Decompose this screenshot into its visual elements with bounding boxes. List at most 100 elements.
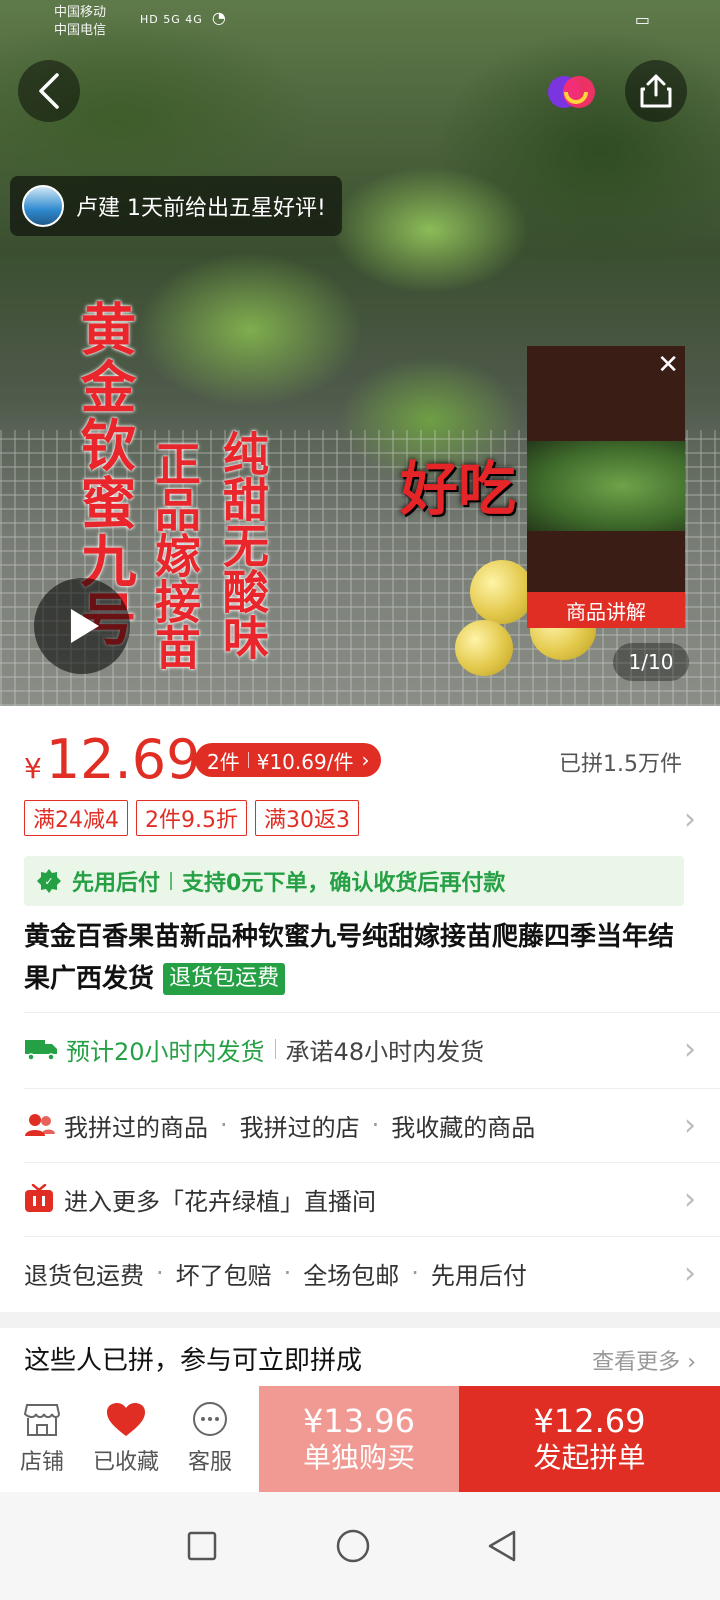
square-icon xyxy=(187,1531,217,1561)
currency-symbol: ¥ xyxy=(24,752,42,785)
overlay-text-sweet: 纯甜无酸味 xyxy=(216,430,270,660)
mini-video-label[interactable]: 商品讲解 xyxy=(527,592,685,628)
history-row[interactable]: 我拼过的商品 · 我拼过的店 · 我收藏的商品 › xyxy=(0,1088,720,1162)
brand-logo-icon[interactable] xyxy=(546,70,598,114)
chevron-right-icon: › xyxy=(684,1108,696,1143)
group-label: 发起拼单 xyxy=(533,1441,646,1474)
review-toast: 卢建 1天前给出五星好评! xyxy=(10,176,342,236)
service-return-shipping: 退货包运费 xyxy=(24,1261,144,1290)
favorite-tab[interactable]: 已收藏 xyxy=(84,1386,168,1492)
product-info-panel: ¥ 12.69 2件 ¥10.69/件 › 已拼1.5万件 满24减4 2件9.… xyxy=(0,706,720,1312)
chevron-right-icon: › xyxy=(687,1350,696,1375)
fruit-decoration xyxy=(470,560,534,624)
back-nav-button[interactable] xyxy=(478,1522,526,1570)
history-purchased-stores[interactable]: 我拼过的店 xyxy=(240,1108,360,1143)
sold-count: 已拼1.5万件 xyxy=(559,752,682,777)
review-toast-text: 卢建 1天前给出五星好评! xyxy=(76,196,326,221)
divider xyxy=(170,872,173,890)
shipping-estimate: 预计20小时内发货 xyxy=(66,1037,265,1066)
svg-text:✓: ✓ xyxy=(44,875,53,888)
chevron-right-icon: › xyxy=(684,1256,696,1291)
shipping-row[interactable]: 预计20小时内发货 承诺48小时内发货 › xyxy=(0,1012,720,1086)
service-label: 客服 xyxy=(187,1450,232,1475)
store-tab[interactable]: 店铺 xyxy=(0,1386,84,1492)
price-value: 12.69 xyxy=(45,728,201,791)
circle-icon xyxy=(336,1529,370,1563)
product-image-carousel[interactable]: 中国移动 中国电信 HD 5G 4G ◔ ▭ 卢建 1天前给出五星好评! 黄金钦… xyxy=(0,0,720,720)
close-icon[interactable]: ✕ xyxy=(657,350,679,380)
favorited-label: 已收藏 xyxy=(92,1450,159,1475)
price-block: ¥ 12.69 xyxy=(24,728,201,791)
history-favorited-items[interactable]: 我收藏的商品 xyxy=(391,1108,535,1143)
group-buy-section: 这些人已拼，参与可立即拼成 查看更多 › xyxy=(0,1328,720,1390)
mini-video-player[interactable]: ✕ 商品讲解 xyxy=(527,346,685,628)
single-label: 单独购买 xyxy=(302,1441,415,1474)
carrier-info: 中国移动 中国电信 xyxy=(54,4,106,40)
multi-buy-tag[interactable]: 2件 ¥10.69/件 › xyxy=(195,743,382,777)
view-more-link[interactable]: 查看更多 › xyxy=(592,1344,696,1376)
view-more-text: 查看更多 xyxy=(592,1350,681,1375)
dot-separator: · xyxy=(156,1259,164,1287)
reviewer-avatar xyxy=(22,185,64,227)
customer-service-tab[interactable]: 客服 xyxy=(168,1386,252,1492)
status-bar: 中国移动 中国电信 HD 5G 4G ◔ ▭ xyxy=(0,0,720,42)
triangle-back-icon xyxy=(488,1530,516,1562)
network-tags: HD 5G 4G xyxy=(140,13,203,26)
back-button[interactable] xyxy=(18,60,80,122)
chevron-right-icon: › xyxy=(684,1032,696,1067)
wifi-icon: ◔ xyxy=(211,8,230,27)
services-row[interactable]: 退货包运费 · 坏了包赔 · 全场包邮 · 先用后付 › xyxy=(0,1236,720,1310)
service-free-shipping: 全场包邮 xyxy=(303,1261,400,1290)
coupon-list[interactable]: 满24减4 2件9.5折 满30返3 xyxy=(24,800,359,836)
coupon-tag[interactable]: 满24减4 xyxy=(24,800,128,836)
dot-separator: · xyxy=(220,1111,228,1139)
chevron-right-icon[interactable]: › xyxy=(684,802,696,837)
overlay-text-grafted: 正品嫁接苗 xyxy=(148,440,202,670)
share-button[interactable] xyxy=(625,60,687,122)
shipping-promise: 承诺48小时内发货 xyxy=(285,1037,485,1066)
signal-icons: HD 5G 4G ◔ xyxy=(140,8,230,27)
service-pay-later: 先用后付 xyxy=(430,1261,527,1290)
group-buy-title: 这些人已拼，参与可立即拼成 xyxy=(24,1346,363,1376)
divider xyxy=(247,752,249,768)
pay-later-label: 先用后付 xyxy=(72,871,161,896)
system-navigation-bar xyxy=(0,1492,720,1600)
pay-later-banner[interactable]: ✓ 先用后付 支持0元下单，确认收货后再付款 xyxy=(24,856,684,906)
store-label: 店铺 xyxy=(19,1450,64,1475)
multi-buy-qty: 2件 xyxy=(207,749,240,774)
carrier-1: 中国移动 xyxy=(54,5,107,20)
store-icon xyxy=(23,1404,61,1436)
pay-later-icon: ✓ xyxy=(37,869,61,893)
battery-icon: ▭ xyxy=(634,10,650,29)
home-button[interactable] xyxy=(329,1522,377,1570)
chevron-left-icon xyxy=(39,73,59,109)
overlay-caption: 好吃 xyxy=(400,455,517,523)
group-price: ¥12.69 xyxy=(533,1402,646,1440)
chevron-right-icon: › xyxy=(684,1182,696,1217)
play-icon xyxy=(71,609,99,643)
buy-alone-button[interactable]: ¥13.96 单独购买 xyxy=(259,1386,459,1492)
dot-separator: · xyxy=(283,1259,292,1287)
bottom-action-bar: 店铺 已收藏 客服 ¥13.96 单独购买 ¥12.69 发起拼单 xyxy=(0,1386,720,1492)
product-title-text: 黄金百香果苗新品种钦蜜九号纯甜嫁接苗爬藤四季当年结果广西发货 xyxy=(24,922,675,994)
coupon-tag[interactable]: 2件9.5折 xyxy=(136,800,247,836)
users-icon xyxy=(25,1114,55,1136)
start-group-buy-button[interactable]: ¥12.69 发起拼单 xyxy=(459,1386,720,1492)
chat-icon xyxy=(193,1402,227,1436)
history-purchased-items[interactable]: 我拼过的商品 xyxy=(64,1108,208,1143)
coupon-tag[interactable]: 满30返3 xyxy=(255,800,359,836)
chevron-right-icon: › xyxy=(361,748,370,772)
divider xyxy=(274,1039,276,1059)
return-shipping-badge: 退货包运费 xyxy=(163,963,286,995)
fruit-decoration xyxy=(455,620,513,676)
multi-buy-price: ¥10.69/件 xyxy=(256,749,354,774)
image-pager: 1/10 xyxy=(613,643,689,681)
play-video-button[interactable] xyxy=(34,578,130,674)
product-title: 黄金百香果苗新品种钦蜜九号纯甜嫁接苗爬藤四季当年结果广西发货 退货包运费 xyxy=(24,916,694,1000)
recent-apps-button[interactable] xyxy=(178,1522,226,1570)
carrier-2: 中国电信 xyxy=(54,23,107,38)
share-icon xyxy=(640,74,672,108)
live-tv-icon xyxy=(25,1184,53,1212)
live-room-row[interactable]: 进入更多「花卉绿植」直播间 › xyxy=(0,1162,720,1236)
single-price: ¥13.96 xyxy=(303,1402,415,1440)
